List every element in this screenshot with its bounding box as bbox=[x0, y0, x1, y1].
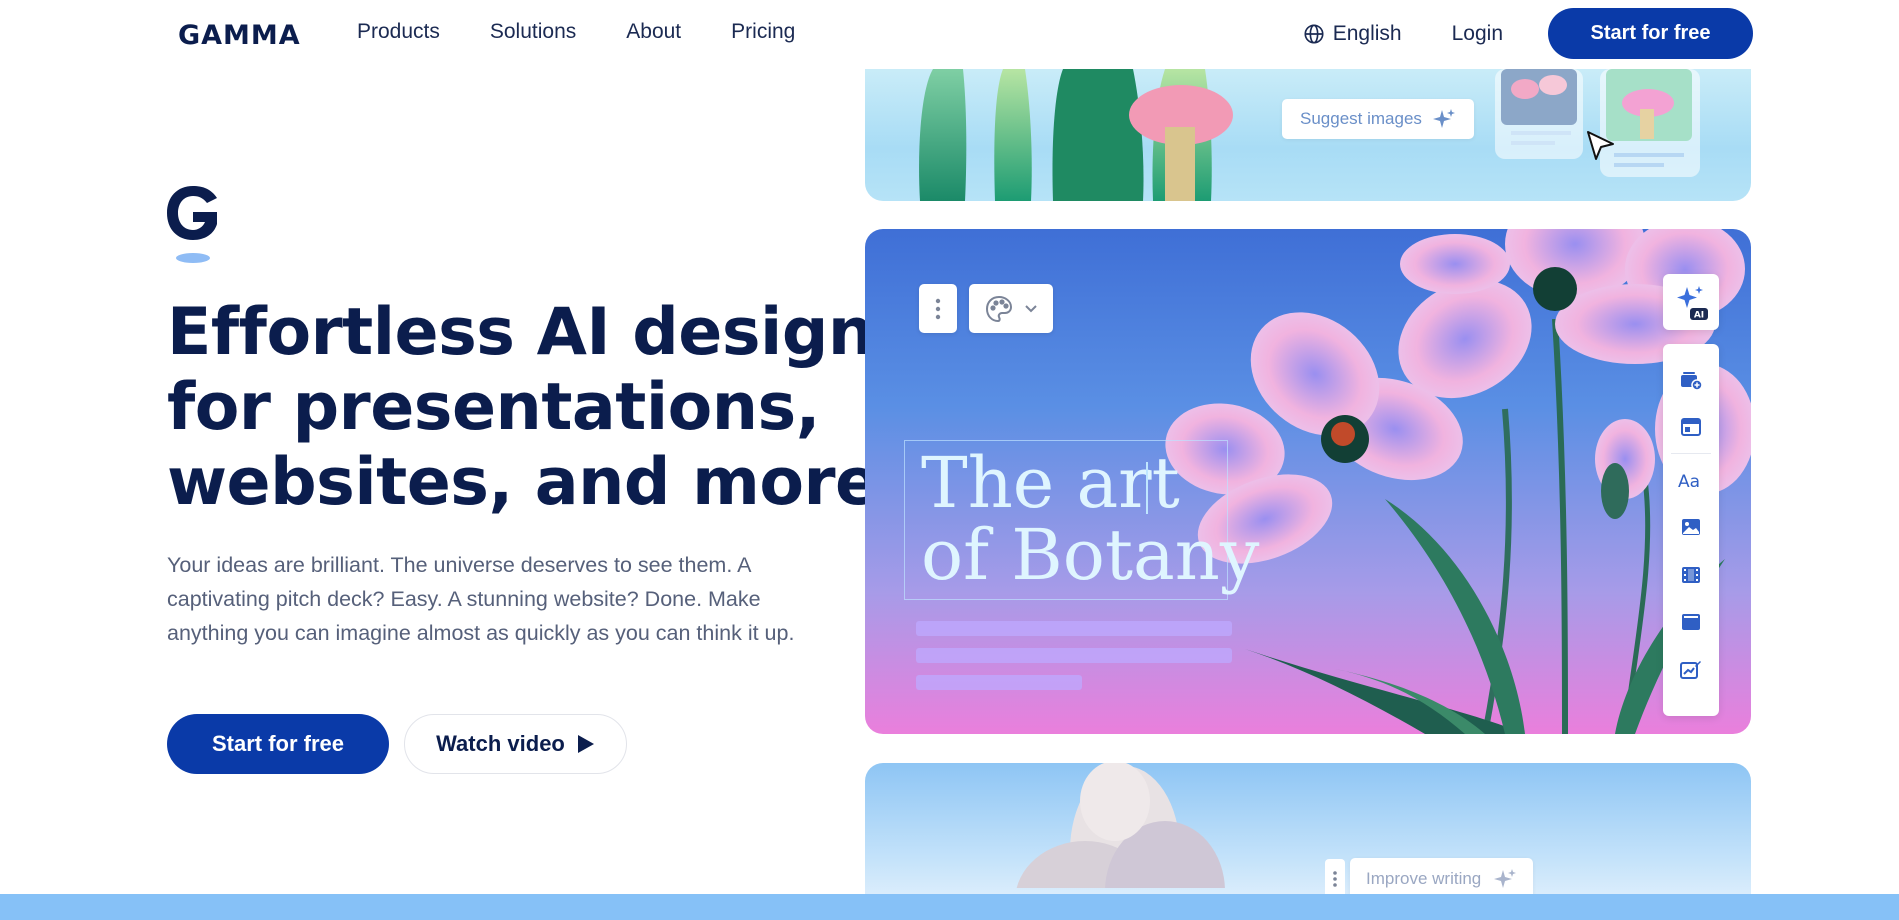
image-thumbnail[interactable] bbox=[1495, 69, 1583, 159]
language-label: English bbox=[1332, 21, 1402, 45]
preview-card-top: Suggest images bbox=[865, 69, 1751, 201]
top-navbar: GAMMA Products Solutions About Pricing E… bbox=[0, 0, 1899, 69]
bottom-color-band bbox=[0, 894, 1899, 920]
nav-link-solutions[interactable]: Solutions bbox=[490, 20, 576, 44]
improve-writing-label: Improve writing bbox=[1366, 869, 1482, 888]
card-toolbar bbox=[919, 284, 1053, 333]
hero-headline: Effortless AI design for presentations, … bbox=[167, 295, 879, 520]
vertical-dots-icon bbox=[1333, 871, 1337, 887]
headline-line-1: Effortless AI design bbox=[167, 295, 874, 370]
sparkle-icon bbox=[1494, 869, 1517, 888]
cloud-illustration bbox=[1016, 763, 1225, 888]
block-menu-button[interactable] bbox=[1325, 859, 1345, 899]
layout-button[interactable] bbox=[1663, 404, 1719, 452]
palette-icon bbox=[985, 295, 1013, 322]
language-selector[interactable]: English bbox=[1303, 22, 1402, 46]
suggest-images-label: Suggest images bbox=[1300, 109, 1422, 128]
insert-image-button[interactable] bbox=[1663, 504, 1719, 552]
mushroom-thumb-icon bbox=[1501, 69, 1577, 145]
add-card-icon bbox=[1681, 371, 1703, 391]
nav-right: English Login Start for free bbox=[1303, 8, 1753, 59]
panel-divider bbox=[1671, 453, 1711, 454]
placeholder-line bbox=[916, 675, 1082, 690]
text-style-button[interactable]: Aa bbox=[1663, 456, 1719, 504]
nav-link-pricing[interactable]: Pricing bbox=[731, 20, 795, 44]
insert-chart-button[interactable] bbox=[1663, 646, 1719, 694]
card-title-line-2: of Botany bbox=[921, 514, 1260, 596]
ai-sparkle-icon: AI bbox=[1677, 286, 1708, 321]
play-icon bbox=[577, 735, 594, 753]
nav-link-about[interactable]: About bbox=[626, 20, 681, 44]
image-icon bbox=[1682, 519, 1700, 536]
card-title[interactable]: The art of Botany bbox=[921, 447, 1259, 591]
layout-icon bbox=[1681, 418, 1701, 437]
svg-text:Aa: Aa bbox=[1678, 472, 1700, 490]
add-card-button[interactable] bbox=[1663, 356, 1719, 404]
text-caret bbox=[1146, 462, 1148, 514]
preview-card-main: The art of Botany AI Aa bbox=[865, 229, 1751, 734]
more-options-button[interactable] bbox=[919, 284, 957, 333]
insert-video-button[interactable] bbox=[1663, 551, 1719, 599]
hero-subtext: Your ideas are brilliant. The universe d… bbox=[167, 553, 795, 645]
globe-icon bbox=[1304, 23, 1324, 44]
ai-assist-button[interactable]: AI bbox=[1663, 274, 1719, 330]
hero-start-free-button[interactable]: Start for free bbox=[167, 714, 389, 774]
cursor-icon bbox=[1587, 131, 1614, 160]
placeholder-line bbox=[916, 621, 1232, 636]
headline-line-3: websites, and more bbox=[167, 445, 879, 520]
nav-link-products[interactable]: Products bbox=[357, 20, 440, 44]
text-style-icon: Aa bbox=[1678, 472, 1700, 490]
nav-links: Products Solutions About Pricing bbox=[357, 20, 845, 44]
card-title-line-1: The art bbox=[921, 442, 1180, 524]
sparkle-icon bbox=[1432, 109, 1455, 128]
chart-edit-icon bbox=[1680, 660, 1701, 679]
vertical-dots-icon bbox=[935, 298, 941, 319]
gamma-logo[interactable]: GAMMA bbox=[178, 20, 301, 51]
login-link[interactable]: Login bbox=[1452, 22, 1503, 46]
insert-embed-button[interactable] bbox=[1663, 599, 1719, 647]
chevron-down-icon bbox=[1025, 304, 1037, 312]
placeholder-line bbox=[916, 648, 1232, 663]
insert-tools-panel: Aa bbox=[1663, 344, 1719, 716]
theme-palette-button[interactable] bbox=[969, 284, 1053, 333]
headline-line-2: for presentations, bbox=[167, 370, 820, 445]
suggest-images-pill[interactable]: Suggest images bbox=[1282, 99, 1474, 139]
gamma-g-icon bbox=[167, 186, 217, 263]
embed-icon bbox=[1682, 614, 1700, 631]
nav-start-free-button[interactable]: Start for free bbox=[1548, 8, 1753, 59]
watch-video-button[interactable]: Watch video bbox=[404, 714, 627, 774]
hero-cta-row: Start for free Watch video bbox=[167, 714, 627, 774]
ai-badge: AI bbox=[1694, 311, 1704, 321]
watch-video-label: Watch video bbox=[436, 731, 565, 756]
video-icon bbox=[1682, 566, 1700, 583]
